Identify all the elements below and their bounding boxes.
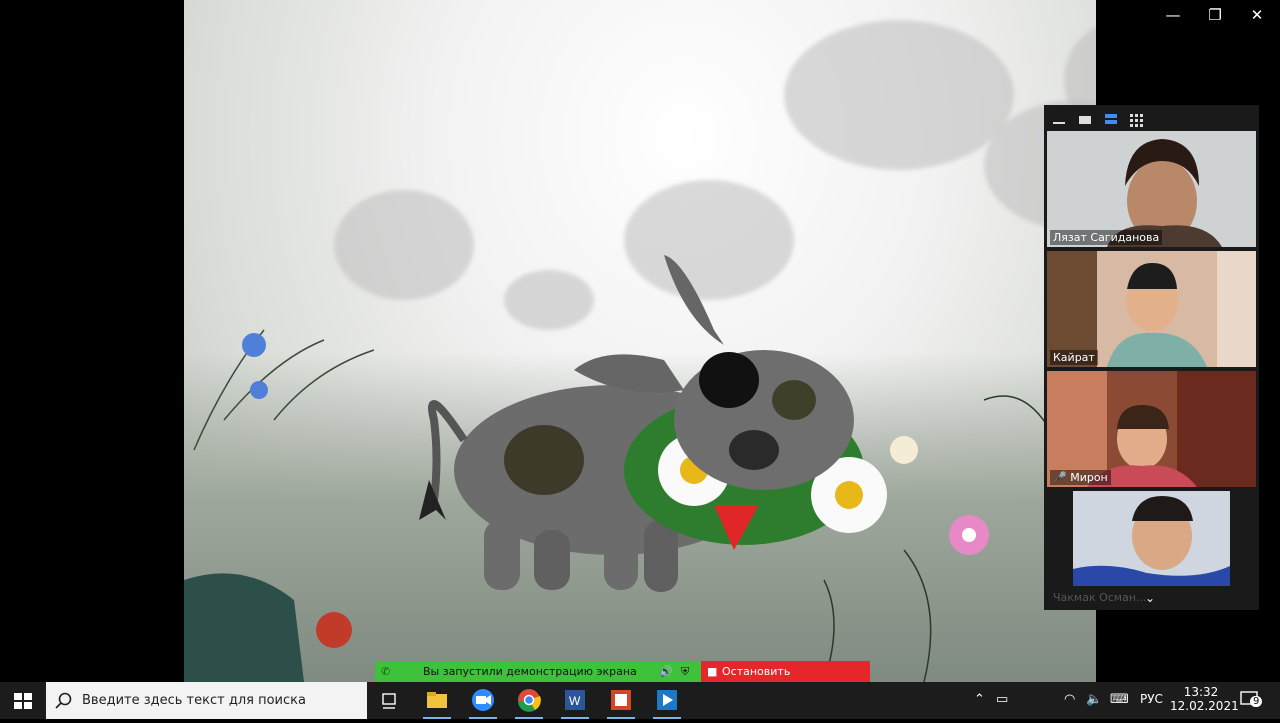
close-button[interactable]: ✕ [1236,4,1278,26]
minimize-video-icon[interactable] [1050,113,1068,127]
search-icon [55,692,72,709]
task-view-icon[interactable] [370,682,410,719]
notification-count: 9 [1250,696,1263,707]
clock-time: 13:32 [1183,685,1219,699]
participant-tile[interactable]: Кайрат [1047,251,1256,367]
phone-icon: ✆ [381,665,391,678]
clock-date: 12.02.2021 [1170,699,1239,713]
restore-button[interactable]: ❐ [1194,4,1236,26]
participant-name: Кайрат [1050,350,1098,365]
svg-text:W: W [569,694,581,708]
keyboard-icon[interactable]: ⌨ [1110,692,1129,707]
stop-share-button[interactable]: ■ Остановить демонстрацию [701,661,870,691]
shared-screen-view [184,0,1096,682]
gallery-view-icon[interactable] [1128,113,1146,127]
participant-name-label: Мирон [1070,471,1108,484]
speaker-view-icon[interactable] [1102,113,1120,127]
share-status-text: Вы запустили демонстрацию экрана [423,665,637,678]
shield-icon: ⛨ [681,665,690,678]
participant-name: Лязат Сагиданова [1050,230,1163,245]
participant-tile[interactable]: 🎤 Мирон [1047,371,1256,487]
network-icon[interactable]: ◠ [1064,692,1075,707]
participant-name: Чакмак Осман... [1053,591,1147,604]
media-player-icon[interactable] [647,682,687,719]
screen-share-bar: ✆ Вы запустили демонстрацию экрана 🔊 ⛨ ■… [375,661,870,691]
search-placeholder: Введите здесь текст для поиска [82,693,306,708]
participant-tile[interactable]: Чакмак Осман... ⌄ [1047,491,1256,607]
chevron-up-icon[interactable]: ⌃ [974,692,985,707]
participant-video-panel: Лязат Сагиданова Кайрат 🎤 Мирон Чакмак О… [1044,105,1259,610]
minimize-button[interactable]: — [1152,4,1194,26]
audio-icon[interactable]: 🔊 [659,665,673,678]
clock[interactable]: 13:32 12.02.2021 [1170,685,1239,713]
windows-start-icon[interactable] [0,682,46,719]
cartoon-calf-illustration [184,255,1065,682]
participant-name: 🎤 Мирон [1050,470,1111,485]
search-input[interactable]: Введите здесь текст для поиска [46,682,367,719]
mic-muted-icon: 🎤 [1053,471,1067,484]
chevron-down-icon[interactable]: ⌄ [1145,591,1155,605]
volume-icon[interactable]: 🔈 [1086,692,1102,707]
language-indicator[interactable]: РУС [1140,692,1163,706]
share-status-area: ✆ Вы запустили демонстрацию экрана 🔊 ⛨ [375,661,701,682]
single-video-icon[interactable] [1076,113,1094,127]
zoom-app-icon[interactable] [463,682,503,719]
powerpoint-icon[interactable] [601,682,641,719]
participant-tile[interactable]: Лязат Сагиданова [1047,131,1256,247]
stop-icon: ■ [707,665,718,678]
notification-icon[interactable]: 9 [1240,690,1264,712]
battery-icon[interactable]: ▭ [996,692,1008,707]
chrome-icon[interactable] [509,682,549,719]
word-icon[interactable]: W [555,682,595,719]
taskbar: Введите здесь текст для поиска W ⌃ ▭ ◠ 🔈… [0,682,1280,719]
file-explorer-icon[interactable] [417,682,457,719]
